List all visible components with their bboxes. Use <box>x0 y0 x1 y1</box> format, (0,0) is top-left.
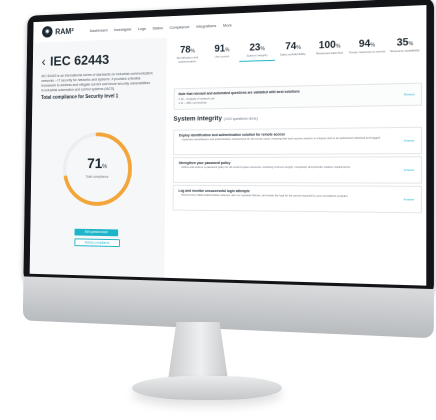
percent-sign: % <box>335 43 341 50</box>
stat-label: Use control <box>214 54 230 59</box>
nav-items: Dashboard Investigate Logs Status Compli… <box>90 22 232 33</box>
answer-link[interactable]: Answer <box>404 168 415 172</box>
stat-identification[interactable]: 78% Identification and authentication <box>170 44 204 64</box>
monitor-bezel: ◉ RAM² Dashboard Investigate Logs Status… <box>23 0 435 296</box>
stat-value: 100 <box>318 39 336 52</box>
percent-sign: % <box>190 48 195 55</box>
note-title: Note that relevant and automated questio… <box>178 89 300 97</box>
total-compliance-number: 71 <box>87 155 103 172</box>
question-title: Log and monitor unsuccessful login attem… <box>178 188 250 194</box>
page-title: IEC 62443 <box>49 51 110 69</box>
stat-label: System integrity <box>246 53 268 58</box>
chevron-left-icon[interactable]: ‹ <box>42 54 46 69</box>
stat-timely-response[interactable]: 94% Timely response to events <box>348 38 386 59</box>
category-stats: 78% Identification and authentication 91… <box>170 36 424 64</box>
monitor-stand-neck <box>168 322 228 380</box>
percent-sign: % <box>260 46 265 53</box>
stat-value: 74 <box>285 40 297 53</box>
logo-icon: ◉ <box>41 25 53 38</box>
question-body: Implement identification and authenticat… <box>181 136 381 142</box>
left-panel: ‹ IEC 62443 IEC 62443 is an internationa… <box>29 37 167 278</box>
standard-description: IEC 62443 is an international series of … <box>41 71 153 93</box>
monitor-stand-base <box>132 376 282 400</box>
stat-label: Timely response to events <box>348 49 386 55</box>
stat-value: 23 <box>249 42 261 54</box>
percent-sign: % <box>102 164 108 171</box>
percent-sign: % <box>225 47 230 54</box>
answer-link[interactable]: Answer <box>404 197 415 201</box>
percent-sign: % <box>408 41 414 48</box>
note-line: 1.11 – SBC connectivity <box>178 100 207 105</box>
title-row: ‹ IEC 62443 <box>42 51 110 68</box>
question-card[interactable]: Strengthen your password policy Define a… <box>172 156 423 184</box>
stat-use-control[interactable]: 91% Use control <box>204 43 239 63</box>
screen: ◉ RAM² Dashboard Investigate Logs Status… <box>29 5 427 286</box>
edit-questionnaire-button[interactable]: Edit questionnaire <box>74 228 119 237</box>
percent-sign: % <box>296 44 301 52</box>
section-title: System integrity <box>173 115 222 123</box>
monitor: ◉ RAM² Dashboard Investigate Logs Status… <box>22 0 435 347</box>
scene: ◉ RAM² Dashboard Investigate Logs Status… <box>0 0 436 420</box>
right-panel: 78% Identification and authentication 91… <box>164 28 427 286</box>
nav-item-investigate[interactable]: Investigate <box>114 26 132 32</box>
stat-system-integrity[interactable]: 23% System integrity <box>239 41 275 63</box>
stat-resource-availability[interactable]: 35% Resource availability <box>386 36 424 57</box>
question-title: Strengthen your password policy <box>178 160 231 166</box>
nav-item-dashboard[interactable]: Dashboard <box>90 27 108 32</box>
note-review-link[interactable]: Review <box>404 92 415 96</box>
question-body: Define and enforce a password policy for… <box>181 165 351 170</box>
stat-label: Restricted data flow <box>316 50 344 56</box>
brand-name: RAM² <box>55 26 74 36</box>
total-compliance-value: 71% <box>59 155 135 172</box>
nav-item-logs[interactable]: Logs <box>138 25 146 30</box>
question-card[interactable]: Log and monitor unsuccessful login attem… <box>172 184 422 214</box>
nav-item-integrations[interactable]: Integrations <box>196 23 216 29</box>
nav-item-status[interactable]: Status <box>152 25 163 30</box>
section-subtitle: (1/10 questions done) <box>223 116 258 122</box>
nav-item-compliance[interactable]: Compliance <box>170 24 190 30</box>
nav-item-more[interactable]: More <box>223 22 232 27</box>
stat-value: 94 <box>358 38 371 51</box>
stat-value: 91 <box>214 43 226 55</box>
question-body: Record every failed authentication attem… <box>181 193 349 198</box>
stat-label: Identification and authentication <box>176 55 199 64</box>
stat-restricted-data-flow[interactable]: 100% Restricted data flow <box>311 39 348 60</box>
validation-note: Note that relevant and automated questio… <box>173 82 423 110</box>
stat-value: 35 <box>396 37 409 49</box>
total-compliance-caption: Total compliance <box>85 174 109 179</box>
stat-label: Resource availability <box>390 48 420 54</box>
percent-sign: % <box>370 42 376 49</box>
answer-link[interactable]: Answer <box>404 138 415 142</box>
stat-value: 78 <box>179 44 191 56</box>
assess-compliance-button[interactable]: Assess compliance <box>74 238 120 248</box>
question-card[interactable]: Deploy identification and authentication… <box>173 126 423 156</box>
total-compliance-label: Total compliance for Security level 1 <box>41 93 119 101</box>
stat-data-confidentiality[interactable]: 74% Data confidentiality <box>275 40 311 61</box>
section-heading: System integrity (1/10 questions done) <box>173 115 257 123</box>
stat-label: Data confidentiality <box>280 51 306 57</box>
